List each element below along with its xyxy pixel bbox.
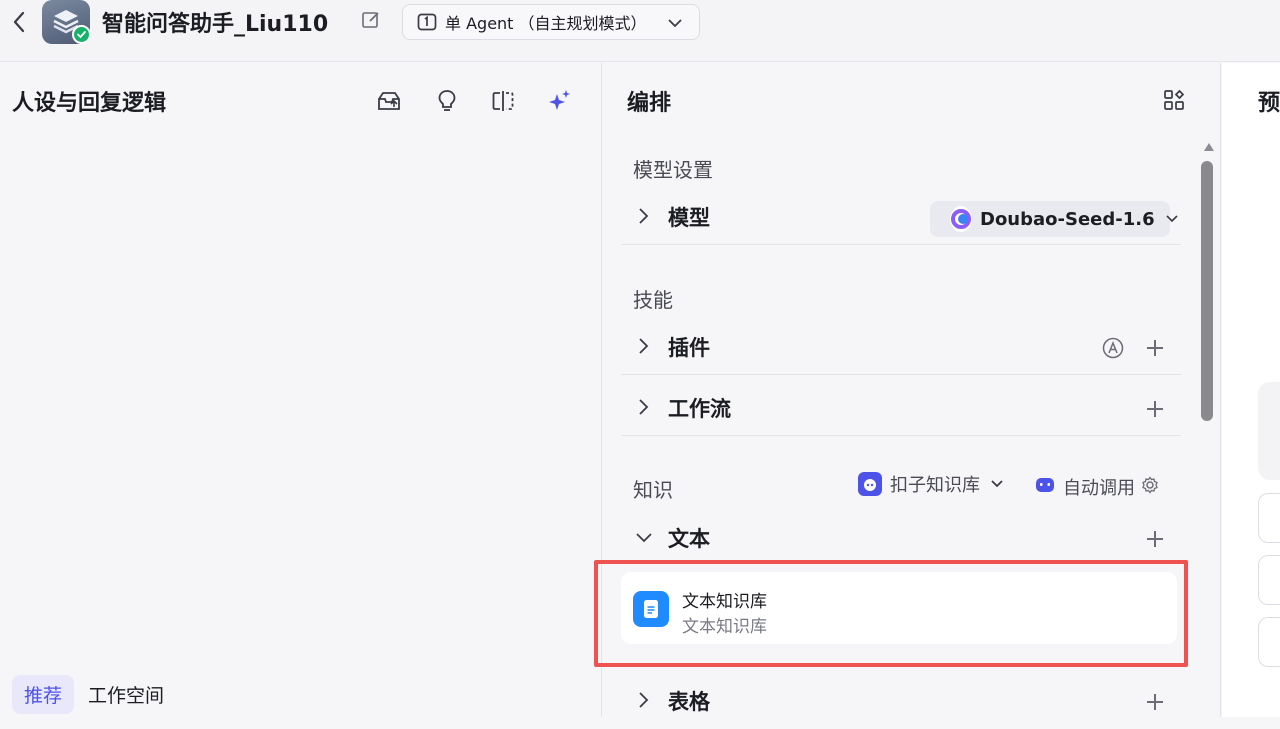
knowledge-source-label: 扣子知识库 [890, 475, 980, 496]
model-name: Doubao-Seed-1.6 [980, 208, 1155, 230]
preview-title: 预 [1258, 91, 1280, 116]
persona-panel-title: 人设与回复逻辑 [12, 91, 167, 116]
doubao-logo-icon [950, 206, 972, 232]
add-text-kb-icon[interactable] [1146, 530, 1164, 548]
preview-panel: 预 [1222, 63, 1280, 717]
chevron-down-icon [635, 530, 652, 548]
skills-label: 技能 [633, 288, 673, 312]
tab-recommended[interactable]: 推荐 [12, 675, 75, 714]
prompt-library-icon[interactable] [375, 87, 403, 115]
workflow-row[interactable]: 工作流 [621, 380, 1181, 436]
chevron-right-icon [637, 691, 651, 709]
ai-optimize-sparkle-icon[interactable] [546, 87, 574, 115]
add-plugin-icon[interactable] [1146, 339, 1164, 357]
tab-workspace[interactable]: 工作空间 [76, 675, 176, 714]
agent-title: 智能问答助手_Liu110 [102, 12, 329, 37]
auto-call-label: 自动调用 [1063, 478, 1135, 499]
preview-suggestion-3[interactable] [1258, 617, 1280, 667]
agent-mode-select[interactable]: 单 Agent （自主规划模式） [402, 4, 700, 40]
published-check-icon [72, 25, 91, 44]
plugins-row[interactable]: 插件 [621, 319, 1181, 375]
persona-panel: 人设与回复逻辑 推荐 工作空间 [0, 63, 602, 717]
chevron-right-icon [637, 337, 651, 355]
chevron-right-icon [637, 398, 651, 416]
model-settings-label: 模型设置 [633, 158, 713, 182]
model-select[interactable]: Doubao-Seed-1.6 [930, 201, 1178, 237]
scroll-up-arrow-icon[interactable] [1204, 143, 1214, 151]
orchestration-title: 编排 [627, 91, 672, 116]
workflow-row-label: 工作流 [668, 397, 731, 421]
text-row-label: 文本 [668, 527, 710, 551]
orchestration-scrollbar[interactable] [1200, 143, 1216, 717]
preview-message-box [1258, 382, 1280, 480]
highlight-box [594, 560, 1188, 667]
agent-mode-label: 单 Agent （自主规划模式） [445, 14, 647, 33]
plugins-row-label: 插件 [668, 336, 710, 360]
robot-icon [1035, 476, 1055, 499]
single-agent-icon [417, 12, 437, 32]
chevron-down-icon [1165, 209, 1179, 230]
add-workflow-icon[interactable] [1146, 400, 1164, 418]
chevron-down-icon [667, 15, 683, 34]
add-table-kb-icon[interactable] [1146, 693, 1164, 711]
auto-call-setting[interactable]: 自动调用 [1035, 474, 1159, 500]
scrollbar-thumb[interactable] [1201, 161, 1213, 421]
lightbulb-icon[interactable] [433, 87, 461, 115]
top-bar: 智能问答助手_Liu110 单 Agent （自主规划模式） [0, 0, 1280, 62]
gear-icon[interactable] [1141, 475, 1159, 499]
compare-split-icon[interactable] [489, 87, 517, 115]
edit-icon[interactable] [361, 10, 381, 30]
chevron-down-icon [990, 474, 1004, 495]
prompt-source-tabs: 推荐 工作空间 [12, 675, 178, 714]
coze-kb-logo-icon [858, 472, 882, 496]
knowledge-label: 知识 [633, 478, 673, 502]
preview-suggestion-2[interactable] [1258, 555, 1280, 605]
back-arrow-icon[interactable] [8, 10, 30, 34]
table-row-label: 表格 [668, 690, 710, 714]
auto-plugin-icon[interactable] [1102, 337, 1124, 363]
knowledge-source-select[interactable]: 扣子知识库 [858, 471, 1004, 497]
layout-grid-icon[interactable] [1163, 89, 1185, 111]
preview-suggestion-1[interactable] [1258, 493, 1280, 543]
model-row-label: 模型 [668, 206, 710, 230]
text-kb-row[interactable]: 文本 [621, 510, 1181, 566]
chevron-right-icon [637, 207, 651, 225]
table-kb-row[interactable]: 表格 [621, 673, 1181, 729]
